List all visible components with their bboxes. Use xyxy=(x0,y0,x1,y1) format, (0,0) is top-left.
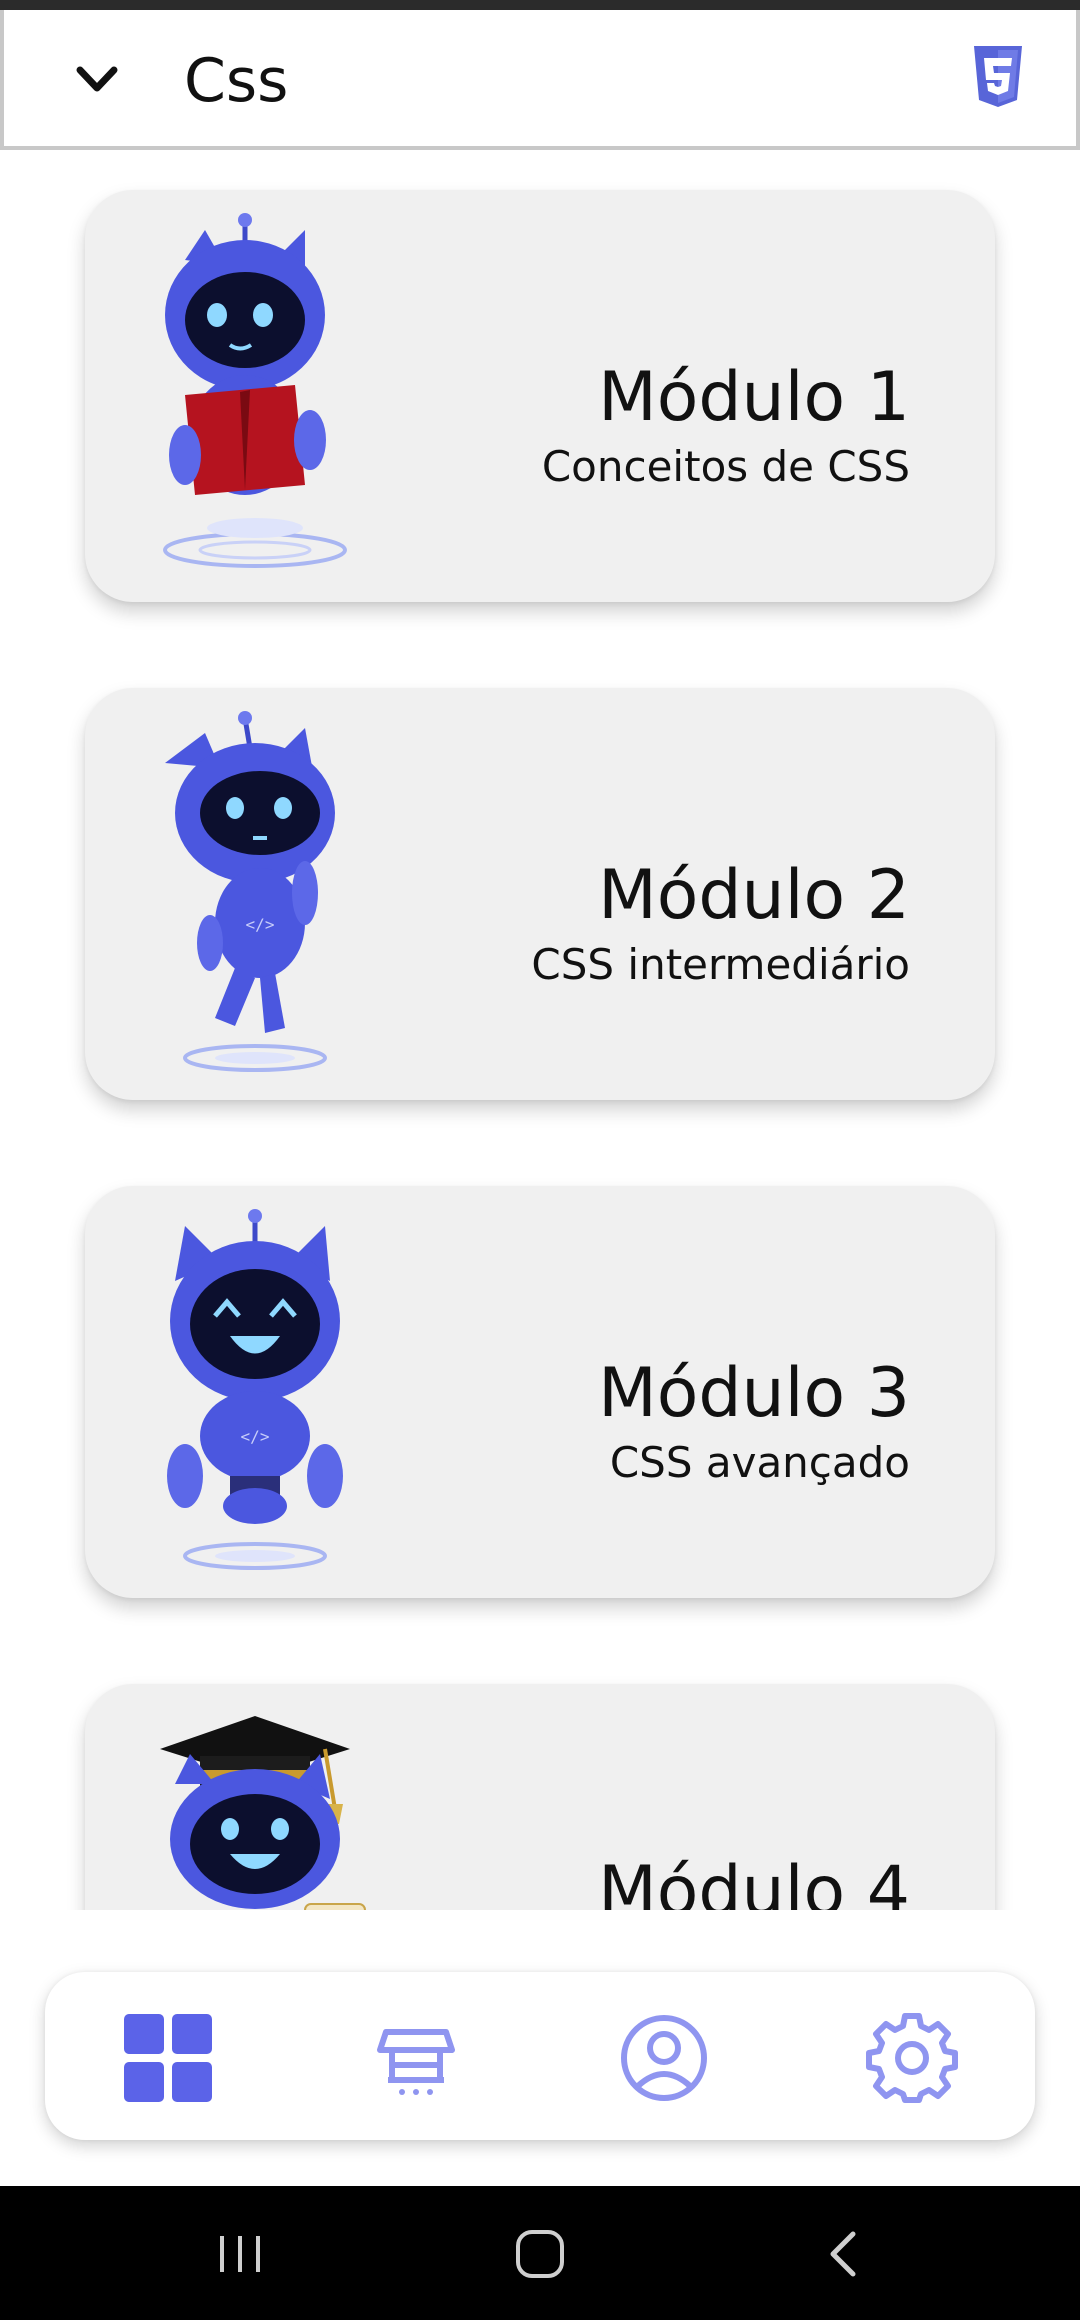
chevron-down-icon[interactable] xyxy=(72,60,122,100)
store-icon[interactable] xyxy=(368,2010,464,2106)
module-subtitle: CSS avançado xyxy=(609,1438,910,1487)
page-title: Css xyxy=(184,46,289,116)
module-subtitle: CSS intermediário xyxy=(531,940,910,989)
svg-text:</>: </> xyxy=(241,1427,270,1446)
module-title: Módulo 1 xyxy=(598,358,910,437)
module-card-3[interactable]: </> Módulo 3 CSS avançado xyxy=(85,1186,995,1598)
module-title: Módulo 2 xyxy=(598,856,910,935)
app-header: Css xyxy=(0,10,1080,150)
bottom-nav xyxy=(45,1972,1035,2140)
home-icon[interactable] xyxy=(510,2226,570,2282)
grid-icon[interactable] xyxy=(120,2010,216,2106)
system-navigation-bar xyxy=(0,2186,1080,2320)
gear-icon[interactable] xyxy=(864,2010,960,2106)
module-card-1[interactable]: Módulo 1 Conceitos de CSS xyxy=(85,190,995,602)
back-icon[interactable] xyxy=(815,2226,875,2282)
module-card-4[interactable]: Módulo 4 xyxy=(85,1684,995,1910)
recents-icon[interactable] xyxy=(210,2226,270,2282)
robot-happy-illustration: </> xyxy=(167,1209,343,1570)
module-card-2[interactable]: </> Módulo 2 CSS intermediário xyxy=(85,688,995,1100)
module-title: Módulo 3 xyxy=(598,1354,910,1433)
robot-graduate-illustration xyxy=(160,1716,366,1910)
robot-reading-book-illustration xyxy=(163,213,347,568)
svg-text:</>: </> xyxy=(246,915,275,934)
module-title: Módulo 4 xyxy=(598,1852,910,1910)
module-subtitle: Conceitos de CSS xyxy=(541,442,910,491)
module-list: Módulo 1 Conceitos de CSS </> Módulo 2 C… xyxy=(0,150,1080,1910)
user-circle-icon[interactable] xyxy=(616,2010,712,2106)
robot-thinking-illustration: </> xyxy=(165,711,335,1072)
status-strip xyxy=(0,0,1080,10)
css3-logo-icon xyxy=(974,46,1022,107)
